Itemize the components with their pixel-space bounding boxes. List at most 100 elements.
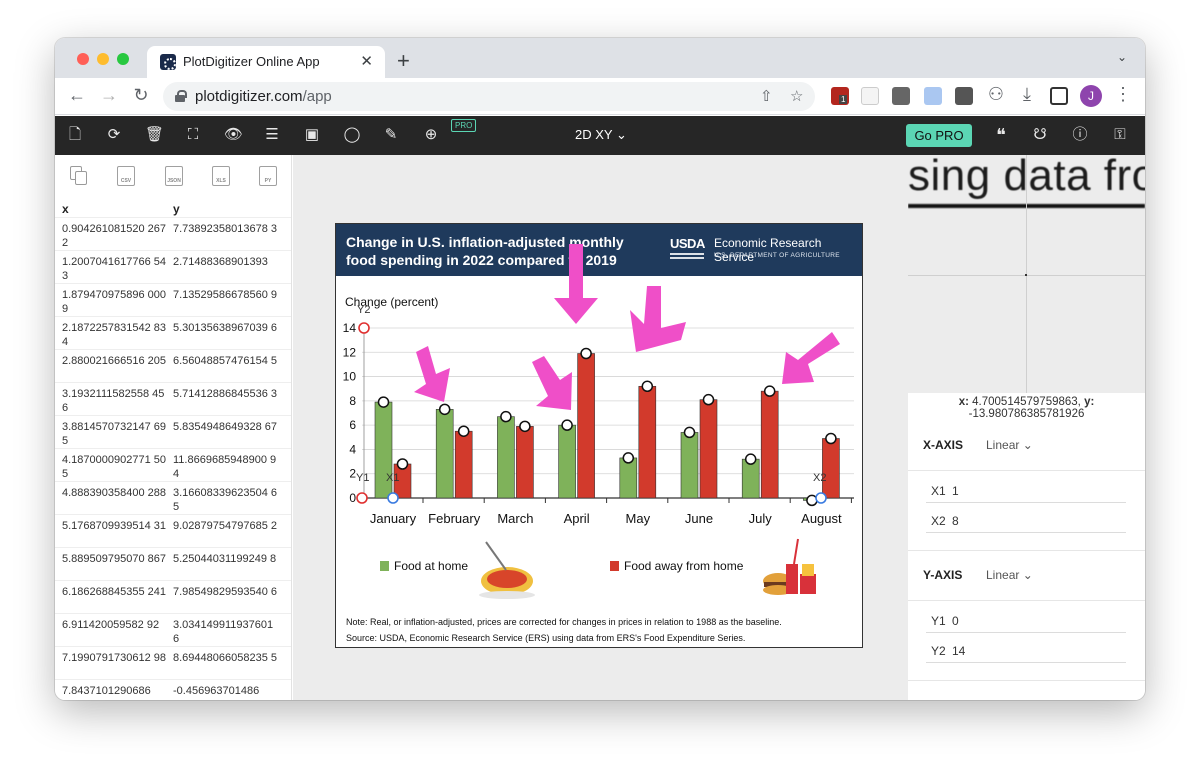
puzzle-extensions-icon[interactable]: ⚇	[986, 84, 1006, 105]
refresh-icon[interactable]: ⟳	[105, 126, 123, 144]
y1-calibration-point[interactable]	[356, 492, 368, 504]
legend-label-home: Food at home	[394, 559, 468, 573]
digitized-point[interactable]	[500, 410, 512, 423]
x2-calibration-point[interactable]	[815, 492, 827, 504]
digitized-point[interactable]	[622, 452, 635, 464]
csv-icon[interactable]: CSV	[117, 166, 135, 186]
chart-image[interactable]: Change in U.S. inflation-adjusted monthl…	[335, 223, 863, 648]
mode-dropdown[interactable]: 2D XY ⌄	[575, 127, 627, 143]
table-row[interactable]: 4.1870000902771 505 11.8669685948900 94	[55, 448, 291, 480]
x1-calibration-point[interactable]	[387, 492, 399, 504]
y-axis-scale-dropdown[interactable]: Linear ⌄	[986, 568, 1033, 582]
h-extension-icon[interactable]	[955, 87, 973, 105]
bookmark-star-icon[interactable]: ☆	[790, 87, 803, 105]
doc-extension-icon[interactable]	[924, 87, 942, 105]
table-row[interactable]: 1.2007041617766 543 2.71488368901393	[55, 250, 291, 282]
browser-menu-icon[interactable]: ⋮	[1113, 84, 1133, 105]
table-row[interactable]: 3.1932111582558 456 5.71412886845536 3	[55, 382, 291, 414]
table-row[interactable]: 7.1990791730612 98 8.69448066058235 5	[55, 646, 291, 678]
cell-y: 5.25044031199249 8	[173, 553, 277, 565]
close-window-button[interactable]	[77, 53, 89, 65]
help-icon[interactable]: ⓘ	[1071, 126, 1089, 144]
minimize-window-button[interactable]	[97, 53, 109, 65]
browser-tab[interactable]: PlotDigitizer Online App ✕	[147, 46, 385, 78]
quote-icon[interactable]: ❝	[992, 126, 1010, 144]
table-row[interactable]: 6.911420059582 92 3.034149911937601 6	[55, 613, 291, 645]
new-tab-button[interactable]: +	[397, 48, 410, 74]
digitized-point[interactable]	[457, 425, 470, 437]
table-row[interactable]: 2.880021666516 205 6.56048857476154 5	[55, 349, 291, 381]
crosshair-icon[interactable]: ⊕	[422, 126, 440, 144]
circle-icon[interactable]: ◯	[343, 126, 361, 144]
x-tick-label: August	[801, 511, 842, 526]
share-nodes-icon[interactable]: ☋	[1031, 126, 1049, 144]
xls-icon[interactable]: XLS	[212, 166, 230, 186]
image-icon[interactable]: ▣	[303, 126, 321, 144]
digitized-point[interactable]	[438, 403, 451, 416]
table-row[interactable]: 4.888390358400 288 3.16608339623504 65	[55, 481, 291, 513]
ublock-extension-icon[interactable]: 1	[831, 87, 849, 105]
tab-close-icon[interactable]: ✕	[360, 52, 373, 70]
back-arrow-icon[interactable]: ←	[67, 85, 87, 106]
tab-search-chevron-icon[interactable]: ⌄	[1117, 50, 1127, 64]
go-pro-button[interactable]: Go PRO	[906, 124, 972, 147]
x1-field[interactable]: X1 1	[926, 477, 1126, 503]
download-icon[interactable]: ⤓	[1017, 84, 1037, 105]
reload-icon[interactable]: ↻	[131, 85, 151, 106]
s-extension-icon[interactable]	[892, 87, 910, 105]
new-file-icon[interactable]: 🗋	[66, 126, 84, 144]
app-toolbar: 🗋 ⟳ 🗑 ⛶ 👁 ☰ ▣ ◯ ✎ ⊕ PRO 2D XY ⌄ Go PRO ❝…	[55, 116, 1145, 155]
y1-field[interactable]: Y1 0	[926, 607, 1126, 633]
cell-y: 5.71412886845536 3	[173, 388, 277, 400]
table-row[interactable]: 3.8814570732147 695 5.8354948649328 67	[55, 415, 291, 447]
omnibox[interactable]: plotdigitizer.com/app ⇧ ☆	[163, 82, 815, 111]
digitizer-canvas[interactable]: Change in U.S. inflation-adjusted monthl…	[293, 155, 908, 700]
digitized-point[interactable]	[683, 426, 696, 439]
y2-field[interactable]: Y2 14	[926, 637, 1126, 663]
py-icon[interactable]: PY	[259, 166, 277, 186]
digitized-point[interactable]	[561, 419, 573, 431]
table-row[interactable]: 7.8437101290686 -0.456963701486	[55, 679, 291, 700]
layers-icon[interactable]: ☰	[263, 126, 281, 144]
table-row[interactable]: 0.904261081520 2672 7.73892358013678 3	[55, 217, 291, 249]
digitized-point[interactable]	[396, 458, 409, 470]
digitized-point[interactable]	[744, 453, 757, 465]
eye-icon[interactable]: 👁	[224, 126, 243, 144]
key-icon[interactable]: ⚿	[1111, 126, 1129, 144]
copy-icon[interactable]	[70, 166, 88, 186]
bar-home-may	[619, 457, 638, 499]
digitized-point[interactable]	[580, 347, 592, 360]
x-tick-label: June	[685, 511, 713, 526]
cursor-x-value: 4.700514579759863	[972, 396, 1078, 408]
forward-arrow-icon[interactable]: →	[99, 85, 119, 106]
edit-icon[interactable]: ✎	[382, 126, 400, 144]
table-row[interactable]: 2.1872257831542 834 5.30135638967039 6	[55, 316, 291, 348]
digitized-point[interactable]	[377, 396, 390, 408]
x-axis-scale-dropdown[interactable]: Linear ⌄	[986, 438, 1033, 452]
digitized-point[interactable]	[763, 385, 776, 397]
fullscreen-icon[interactable]: ⛶	[184, 126, 202, 144]
x-axis-heading: X-AXIS	[923, 438, 964, 452]
table-row[interactable]: 6.186268845355 241 7.98549829593540 6	[55, 580, 291, 612]
chart-svg[interactable]: Change (percent) 02468101214 January Febr…	[336, 224, 863, 648]
trash-icon[interactable]: 🗑	[145, 126, 164, 144]
digitized-point[interactable]	[825, 432, 837, 445]
zoom-window-button[interactable]	[117, 53, 129, 65]
sidebar-toggle-icon[interactable]	[1050, 87, 1068, 105]
digitized-point[interactable]	[519, 420, 531, 433]
digitized-point[interactable]	[641, 380, 654, 393]
cell-x: 6.186268845355 241	[62, 586, 166, 598]
digitized-point[interactable]	[702, 393, 715, 406]
chart-note: Note: Real, or inflation-adjusted, price…	[346, 617, 782, 627]
table-row[interactable]: 5.1768709939514 31 9.02879754797685 2	[55, 514, 291, 546]
cell-x: 1.879470975896 0009	[62, 289, 166, 315]
y2-calibration-point[interactable]	[358, 322, 370, 334]
extension-icon[interactable]	[861, 87, 879, 105]
x2-field[interactable]: X2 8	[926, 507, 1126, 533]
profile-avatar[interactable]: J	[1080, 85, 1102, 107]
table-row[interactable]: 5.889509795070 867 5.25044031199249 8	[55, 547, 291, 579]
table-row[interactable]: 1.879470975896 0009 7.13529586678560 9	[55, 283, 291, 315]
share-icon[interactable]: ⇧	[760, 87, 773, 105]
cell-y: 7.73892358013678 3	[173, 223, 277, 235]
json-icon[interactable]: JSON	[165, 166, 183, 186]
